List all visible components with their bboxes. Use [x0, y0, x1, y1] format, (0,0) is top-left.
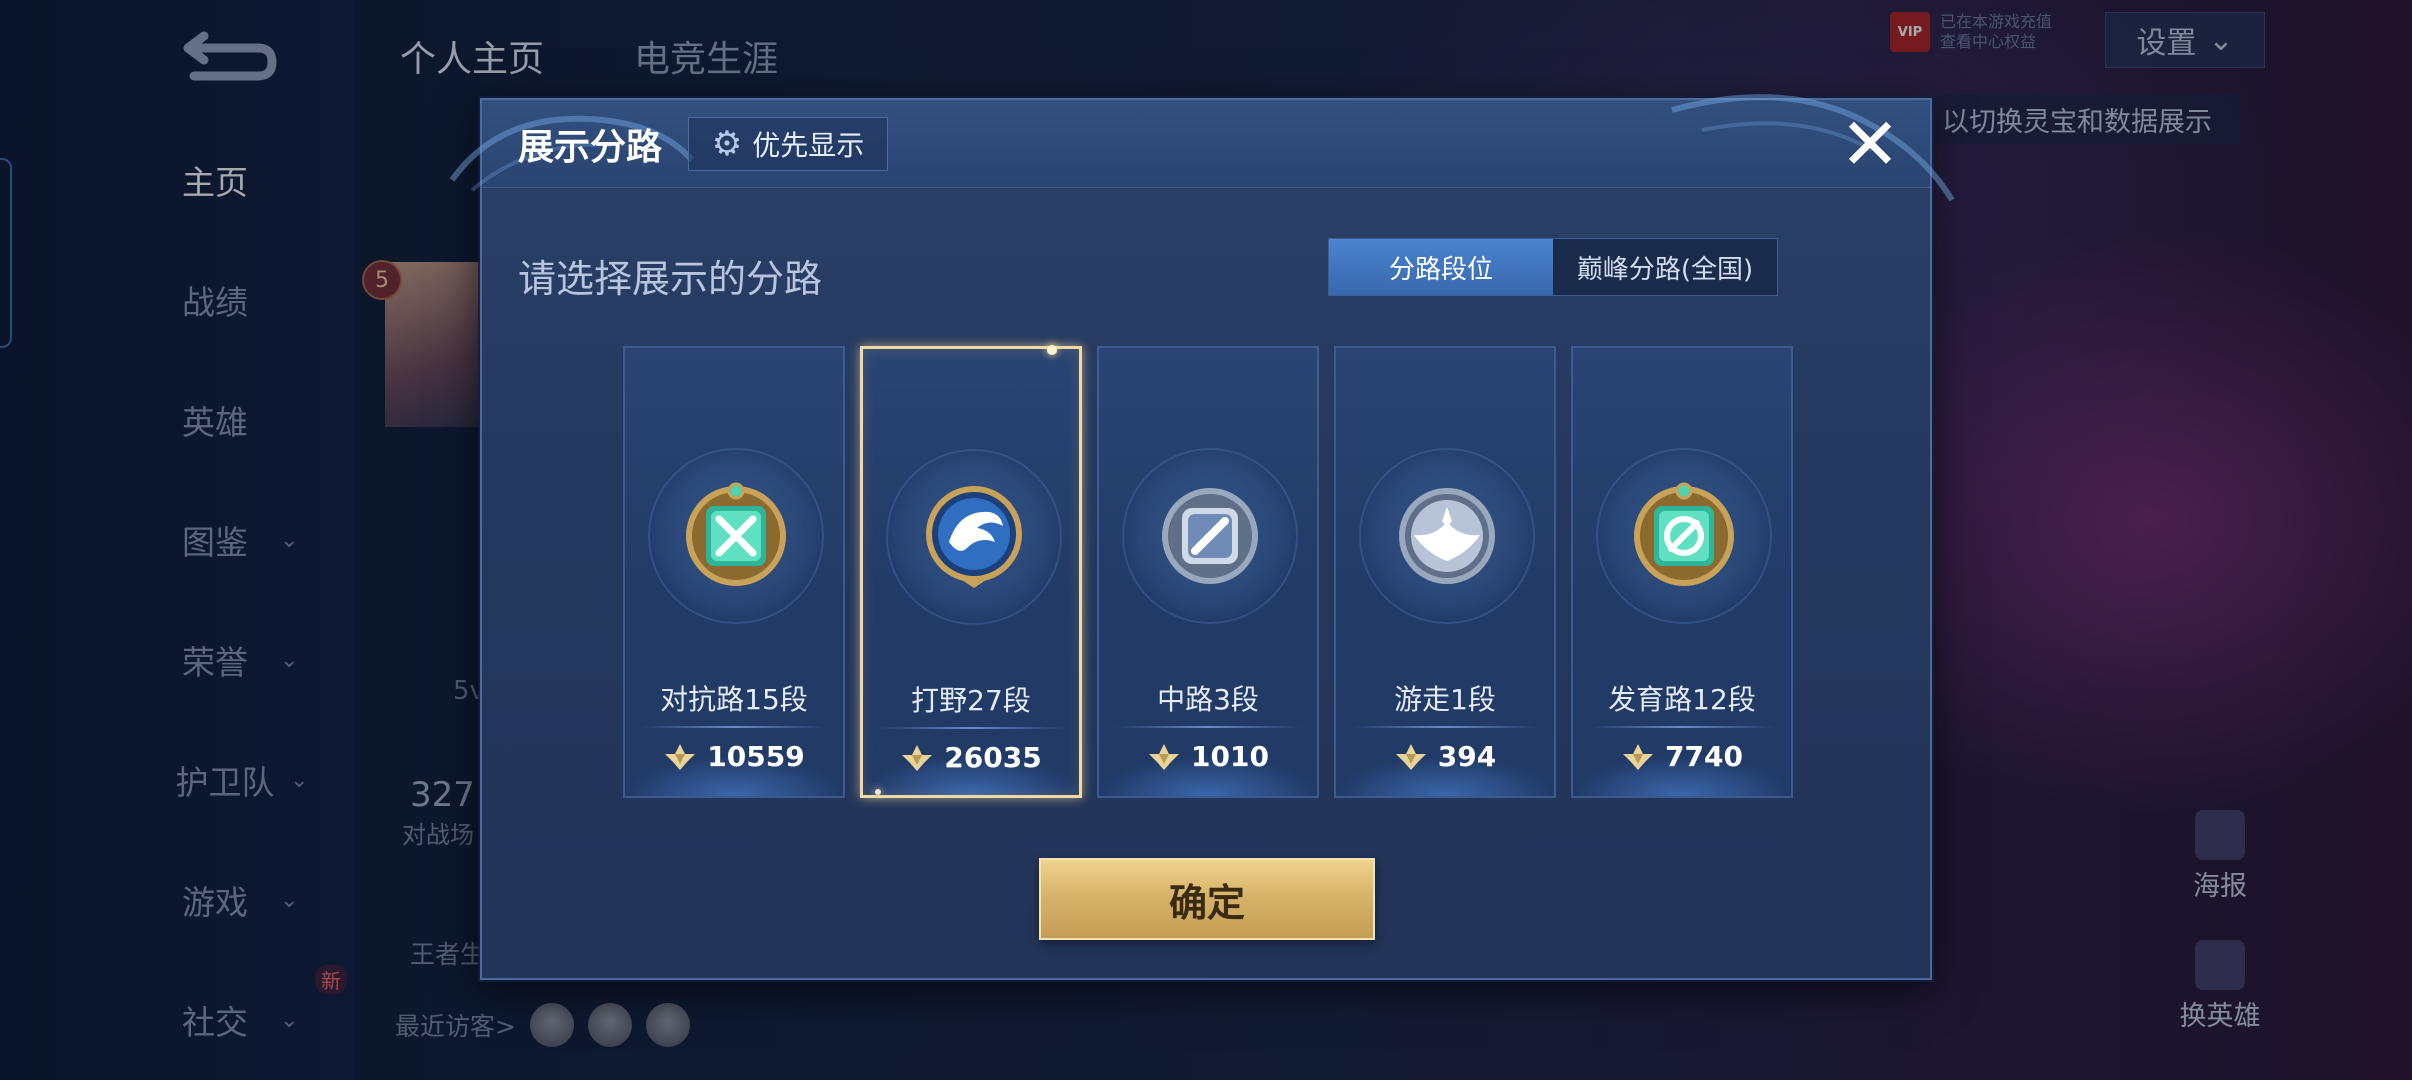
lane-name: 发育路12段 [1608, 683, 1756, 716]
dialog-subtitle: 请选择展示的分路 [518, 257, 823, 301]
lane-score-value: 10559 [707, 740, 805, 773]
lane-card-farm[interactable]: 发育路12段 7740 [1571, 346, 1793, 798]
divider [879, 727, 1065, 729]
lane-score-value: 1010 [1191, 740, 1269, 773]
lane-name: 中路3段 [1157, 683, 1259, 716]
lane-score-value: 394 [1437, 740, 1497, 773]
toggle-lane-rank[interactable]: 分路段位 [1329, 239, 1553, 295]
display-mode-toggle: 分路段位 巅峰分路(全国) [1328, 238, 1778, 296]
lane-score: 26035 [863, 741, 1079, 774]
points-icon [1623, 743, 1654, 770]
gear-icon: ⚙ [711, 124, 743, 164]
lane-score-value: 7740 [1665, 740, 1743, 773]
divider [1589, 726, 1775, 728]
lane-card-clash[interactable]: 对抗路15段 10559 [623, 346, 845, 798]
jungle-icon [926, 486, 1022, 588]
clash-lane-icon [686, 482, 786, 586]
lane-score: 394 [1336, 740, 1554, 773]
divider [1115, 726, 1301, 728]
lane-name: 对抗路15段 [660, 683, 808, 716]
lane-card-roam[interactable]: 游走1段 394 [1334, 346, 1556, 798]
dialog-title: 展示分路 [518, 127, 663, 168]
close-icon[interactable]: ✕ [1838, 108, 1902, 180]
lane-score: 1010 [1099, 740, 1317, 773]
roam-icon [1399, 488, 1495, 584]
priority-display-button[interactable]: ⚙ 优先显示 [688, 117, 888, 171]
lane-card-mid[interactable]: 中路3段 1010 [1097, 346, 1319, 798]
points-icon [1149, 743, 1180, 770]
lane-card-list: 对抗路15段 10559 打野27段 26035 中路3段 1010 游走1段 … [623, 345, 1793, 798]
selection-sparkle [1047, 345, 1057, 355]
confirm-button[interactable]: 确定 [1039, 858, 1375, 940]
lane-score-value: 26035 [944, 741, 1042, 774]
points-icon [1395, 743, 1426, 770]
priority-display-label: 优先显示 [752, 129, 865, 162]
lane-display-dialog: 展示分路 ⚙ 优先显示 ✕ 请选择展示的分路 分路段位 巅峰分路(全国) 对抗路… [449, 94, 1955, 980]
divider [1352, 726, 1538, 728]
lane-score: 10559 [625, 740, 843, 773]
toggle-peak-lane[interactable]: 巅峰分路(全国) [1553, 239, 1777, 295]
points-icon [902, 744, 933, 771]
lane-name: 打野27段 [911, 684, 1031, 717]
lane-name: 游走1段 [1394, 683, 1496, 716]
lane-card-jungle[interactable]: 打野27段 26035 [860, 345, 1082, 798]
mid-lane-icon [1162, 488, 1258, 584]
points-icon [665, 743, 696, 770]
lane-score: 7740 [1573, 740, 1791, 773]
divider [641, 726, 827, 728]
farm-lane-icon [1634, 482, 1734, 586]
